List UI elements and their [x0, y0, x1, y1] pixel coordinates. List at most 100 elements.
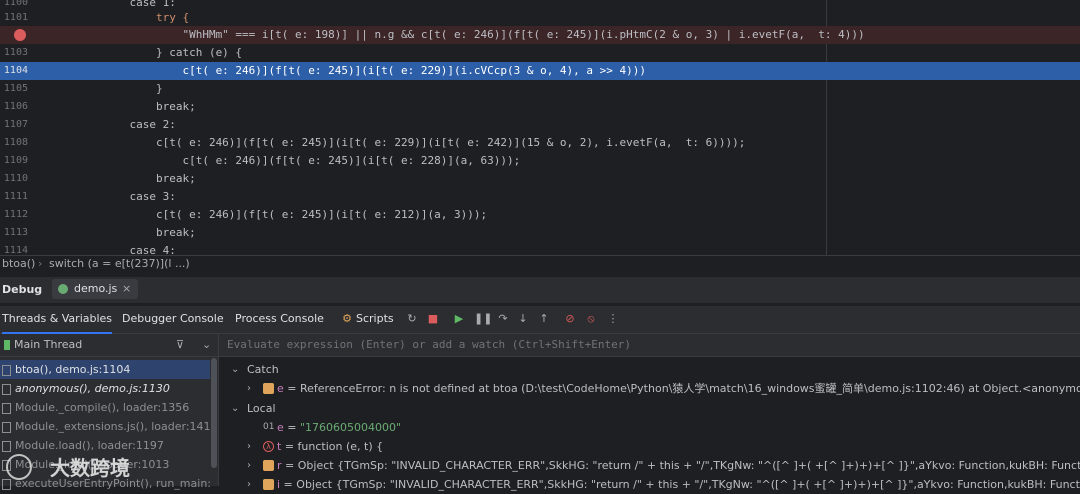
code-line[interactable]: 1109 c[t( e: 246)](f[t( e: 245)](i[t( e:…: [0, 152, 1080, 170]
step-out-icon[interactable]: ↑: [537, 312, 551, 326]
thread-status-icon: [4, 340, 10, 350]
chevron-right-icon[interactable]: ›: [247, 475, 257, 494]
watermark-logo: 大数跨境: [6, 450, 146, 482]
frame-icon: [2, 364, 11, 376]
stack-frame[interactable]: btoa(), demo.js:1104: [0, 360, 210, 379]
stop-icon[interactable]: ■: [426, 312, 440, 326]
code-line[interactable]: 1112 c[t( e: 246)](f[t( e: 245)](i[t( e:…: [0, 206, 1080, 224]
rerun-icon[interactable]: ↻: [405, 312, 419, 326]
breadcrumb-separator: ›: [38, 257, 43, 270]
code-text: break;: [50, 100, 196, 113]
close-icon[interactable]: ×: [122, 279, 131, 299]
code-line[interactable]: 1108 c[t( e: 246)](f[t( e: 245)](i[t( e:…: [0, 134, 1080, 152]
code-text: try {: [50, 9, 1080, 27]
function-icon: λ: [263, 441, 274, 452]
breadcrumb-item-switch[interactable]: switch (a = e[t(237)](l ...): [49, 256, 190, 272]
variable-row[interactable]: › r = Object {TGmSp: "INVALID_CHARACTER_…: [219, 456, 1080, 475]
chevron-down-icon[interactable]: ⌄: [202, 338, 211, 351]
evaluate-placeholder: Evaluate expression (Enter) or add a wat…: [227, 338, 631, 351]
code-text: break;: [50, 226, 196, 239]
variable-row[interactable]: › e = ReferenceError: n is not defined a…: [219, 379, 1080, 398]
code-text: }: [50, 82, 163, 95]
thread-selector[interactable]: Main Thread ⊽ ⌄: [0, 334, 218, 357]
stack-frame-label: btoa(), demo.js:1104: [15, 363, 131, 376]
tab-debugger-console[interactable]: Debugger Console: [122, 306, 224, 332]
code-text: case 4:: [50, 244, 176, 255]
variable-row[interactable]: › λ t = function (e, t) {: [219, 437, 1080, 456]
stack-frame-label: anonymous(), demo.js:1130: [15, 382, 170, 395]
code-text: c[t( e: 246)](f[t( e: 245)](i[t( e: 229)…: [50, 136, 746, 149]
more-options-icon[interactable]: ⋮: [606, 312, 620, 326]
variables-panel: Evaluate expression (Enter) or add a wat…: [219, 334, 1080, 491]
code-text: c[t( e: 246)](f[t( e: 245)](i[t( e: 212)…: [50, 208, 488, 221]
stack-frame-label: Module._extensions.js(), loader:1414: [15, 420, 210, 433]
breadcrumb-item-function[interactable]: btoa(): [2, 256, 35, 272]
step-over-icon[interactable]: ↷: [496, 312, 510, 326]
code-line[interactable]: 1110 break;: [0, 170, 1080, 188]
variable-value: function (e, t) {: [297, 440, 384, 453]
code-line[interactable]: 1113 break;: [0, 224, 1080, 242]
code-line[interactable]: 1107 case 2:: [0, 116, 1080, 134]
frames-scrollbar[interactable]: [211, 358, 217, 468]
chevron-down-icon[interactable]: ⌄: [231, 399, 241, 418]
stack-frame[interactable]: Module._compile(), loader:1356: [0, 398, 210, 417]
thread-name: Main Thread: [14, 338, 83, 351]
scripts-icon: ⚙: [342, 312, 352, 325]
stack-frame[interactable]: Module._extensions.js(), loader:1414: [0, 417, 210, 436]
line-number: 1109: [3, 155, 28, 166]
equals-sign: =: [281, 459, 298, 472]
resume-icon[interactable]: ▶: [452, 312, 466, 326]
variable-row[interactable]: 01 e = "1760605004000": [219, 418, 1080, 437]
code-line[interactable]: 1101 try {: [0, 9, 1080, 27]
evaluate-expression-input[interactable]: Evaluate expression (Enter) or add a wat…: [219, 334, 1080, 357]
view-breakpoints-icon[interactable]: ⊘: [563, 312, 577, 326]
code-line-breakpoint[interactable]: 1102 "WhHMm" === i[t( e: 198)] || n.g &&…: [0, 26, 1080, 44]
step-into-icon[interactable]: ↓: [516, 312, 530, 326]
line-number: 1103: [3, 47, 28, 58]
variable-value: Object {TGmSp: "INVALID_CHARACTER_ERR",S…: [297, 459, 1080, 472]
variable-value: "1760605004000": [300, 421, 402, 434]
code-text: } catch (e) {: [50, 46, 243, 59]
code-text: case 3:: [50, 190, 176, 203]
field-icon: [263, 479, 274, 490]
frame-icon: [2, 402, 11, 414]
code-text: c[t( e: 246)](f[t( e: 245)](i[t( e: 228)…: [50, 154, 521, 167]
filter-icon[interactable]: ⊽: [176, 338, 184, 351]
line-number: 1113: [3, 227, 28, 238]
chevron-right-icon[interactable]: ›: [247, 437, 257, 456]
chevron-right-icon[interactable]: ›: [247, 379, 257, 398]
breakpoint-icon[interactable]: [14, 29, 26, 41]
stack-frame[interactable]: anonymous(), demo.js:1130: [0, 379, 210, 398]
scope-label: Local: [247, 402, 276, 415]
mute-breakpoints-icon[interactable]: ⦸: [584, 312, 598, 326]
tab-threads-variables[interactable]: Threads & Variables: [2, 306, 113, 334]
line-number: 1105: [3, 83, 28, 94]
session-tab-label: demo.js: [74, 282, 118, 295]
code-text: "WhHMm" === i[t( e: 198)] || n.g && c[t(…: [50, 28, 865, 41]
field-icon: [263, 383, 274, 394]
code-line[interactable]: 1111 case 3:: [0, 188, 1080, 206]
code-line[interactable]: 1114 case 4:: [0, 242, 1080, 255]
code-line[interactable]: 1106 break;: [0, 98, 1080, 116]
line-number: 1104: [3, 65, 28, 76]
scope-local[interactable]: ⌄ Local: [219, 399, 1080, 418]
session-tab-demo-js[interactable]: demo.js ×: [52, 279, 138, 299]
line-number: 1110: [3, 173, 28, 184]
primitive-icon: 01: [263, 422, 275, 432]
code-editor[interactable]: 1100 case 1: 1101 try { 1102 "WhHMm" ===…: [0, 0, 1080, 255]
scope-label: Catch: [247, 363, 279, 376]
tab-process-console[interactable]: Process Console: [235, 306, 324, 332]
code-line-current-execution[interactable]: 1104 c[t( e: 246)](f[t( e: 245)](i[t( e:…: [0, 62, 1080, 80]
scope-catch[interactable]: ⌄ Catch: [219, 360, 1080, 379]
frame-icon: [2, 383, 11, 395]
pause-icon[interactable]: ❚❚: [474, 312, 492, 326]
code-line[interactable]: 1103 } catch (e) {: [0, 44, 1080, 62]
equals-sign: =: [281, 440, 298, 453]
code-text: c[t( e: 246)](f[t( e: 245)](i[t( e: 229)…: [50, 64, 647, 77]
chevron-right-icon[interactable]: ›: [247, 456, 257, 475]
tab-scripts[interactable]: Scripts: [356, 306, 394, 332]
code-line[interactable]: 1105 }: [0, 80, 1080, 98]
line-number: 1111: [3, 191, 28, 202]
variable-row[interactable]: › i = Object {TGmSp: "INVALID_CHARACTER_…: [219, 475, 1080, 494]
chevron-down-icon[interactable]: ⌄: [231, 360, 241, 379]
